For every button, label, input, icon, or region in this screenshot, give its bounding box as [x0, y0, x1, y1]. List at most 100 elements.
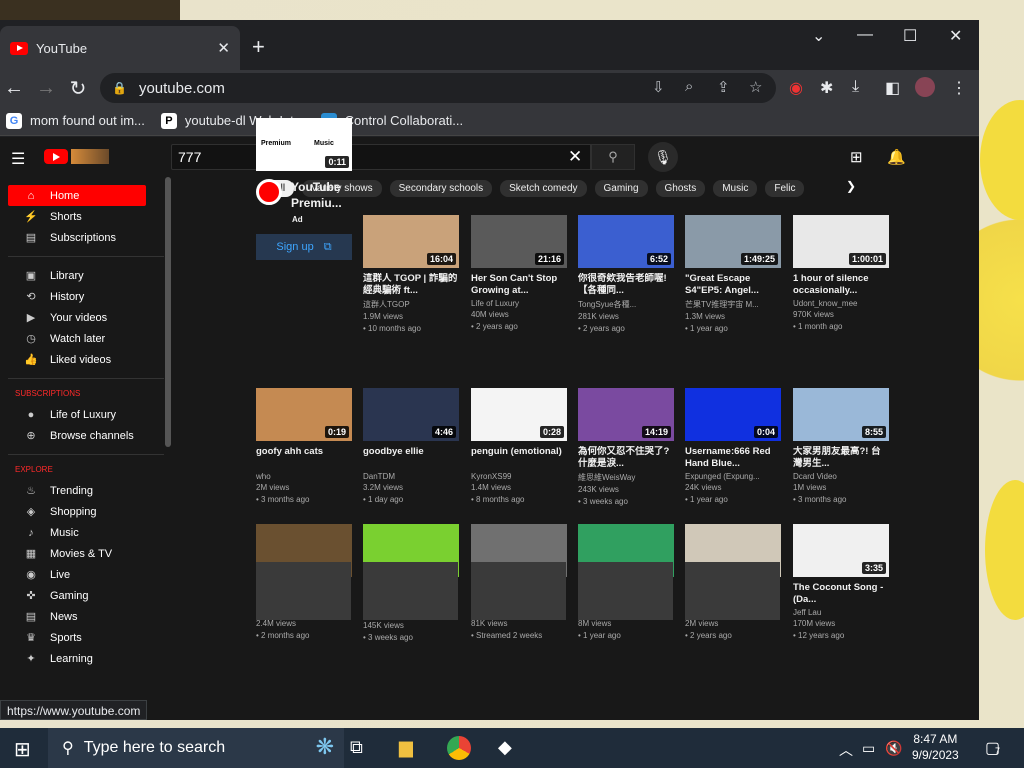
hamburger-menu-icon[interactable]: ☰: [11, 149, 25, 169]
video-thumbnail[interactable]: 1:49:25: [685, 215, 781, 268]
clear-search-icon[interactable]: ✕: [568, 147, 582, 167]
roblox-icon[interactable]: ◆: [498, 737, 512, 758]
channel-name[interactable]: 維思維WeisWay: [578, 472, 674, 483]
close-window-button[interactable]: ✕: [949, 26, 962, 46]
video-card[interactable]: 1:49:25 "Great Escape S4"EP5: Angel... 芒果T…: [685, 215, 781, 333]
close-tab-icon[interactable]: ✕: [217, 39, 230, 57]
sidebar-item-liked-videos[interactable]: 👍 Liked videos: [8, 349, 146, 370]
ad-thumbnail[interactable]: Premium Music 0:11: [256, 118, 352, 171]
video-title[interactable]: goodbye ellie: [363, 446, 459, 470]
chip-felic[interactable]: Felic: [765, 179, 805, 197]
video-title[interactable]: 大家男朋友最高?! 台灣男生...: [793, 446, 889, 470]
channel-name[interactable]: KyronXS99: [471, 472, 567, 481]
youtube-doodle-logo[interactable]: [71, 149, 109, 164]
video-title[interactable]: Username:666 Red Hand Blue...: [685, 446, 781, 470]
channel-name[interactable]: Jeff Lau: [793, 608, 889, 617]
video-thumbnail[interactable]: 1:00:01: [793, 215, 889, 268]
channel-name[interactable]: Dcard Video: [793, 472, 889, 481]
search-input[interactable]: 777: [171, 144, 591, 170]
video-title[interactable]: 1 hour of silence occasionally...: [793, 273, 889, 297]
chevron-right-icon[interactable]: ❯: [846, 179, 856, 193]
sidebar-item-watch-later[interactable]: ◷ Watch later: [8, 328, 146, 349]
video-card[interactable]: 0:19 goofy ahh cats who 2M views • 3 months …: [256, 388, 352, 504]
windows-start-icon[interactable]: ⊞: [14, 737, 31, 762]
new-tab-button[interactable]: +: [252, 34, 265, 60]
chevron-up-icon[interactable]: ︿: [839, 740, 853, 760]
sidebar-item-news[interactable]: ▤ News: [8, 606, 146, 627]
volume-muted-icon[interactable]: 🔇: [885, 740, 902, 757]
chip-ghosts[interactable]: Ghosts: [655, 179, 706, 197]
install-app-icon[interactable]: ⇩: [652, 78, 665, 96]
extension-icon[interactable]: ◉: [789, 78, 803, 98]
zoom-icon[interactable]: ⌕: [685, 78, 693, 95]
menu-dots-icon[interactable]: ⋮: [951, 78, 967, 98]
network-icon[interactable]: ▭: [862, 740, 875, 757]
video-thumbnail[interactable]: 0:19: [256, 388, 352, 441]
video-thumbnail[interactable]: 0:04: [685, 388, 781, 441]
video-title[interactable]: 你很奇欸我告老師喔!【各種同...: [578, 273, 674, 297]
video-thumbnail[interactable]: 14:19: [578, 388, 674, 441]
sidebar-item-browse-channels[interactable]: ⊕ Browse channels: [8, 425, 146, 446]
video-title[interactable]: 為何你又忍不住哭了? 什麼是淚...: [578, 446, 674, 470]
channel-name[interactable]: 這群人TGOP: [363, 299, 459, 310]
video-card[interactable]: 21:16 Her Son Can't Stop Growing at... Lif…: [471, 215, 567, 331]
sidebar-item-shopping[interactable]: ◈ Shopping: [8, 501, 146, 522]
channel-name[interactable]: Udont_know_mee: [793, 299, 889, 308]
chip-music[interactable]: Music: [713, 179, 758, 197]
video-thumbnail[interactable]: 3:35: [793, 524, 889, 577]
chip-gaming[interactable]: Gaming: [594, 179, 648, 197]
video-card[interactable]: 0:28 penguin (emotional) KyronXS99 1.4M vie…: [471, 388, 567, 504]
sidebar-item-subscriptions[interactable]: ▤ Subscriptions: [8, 227, 146, 248]
minimize-button[interactable]: —: [857, 26, 873, 44]
maximize-button[interactable]: ☐: [903, 26, 917, 46]
youtube-logo-icon[interactable]: [44, 149, 68, 164]
back-button[interactable]: ←: [0, 77, 30, 100]
side-panel-icon[interactable]: ◧: [885, 78, 900, 98]
system-clock[interactable]: 8:47 AM 9/9/2023: [912, 731, 959, 763]
chip-secondary-schools[interactable]: Secondary schools: [389, 179, 493, 197]
video-title[interactable]: 這群人 TGOP | 詐騙的經典騙術 ft...: [363, 273, 459, 297]
taskbar-search[interactable]: ⚲ Type here to search ❋: [48, 728, 344, 768]
video-card[interactable]: 14:19 為何你又忍不住哭了? 什麼是淚... 維思維WeisWay 243K vi…: [578, 388, 674, 506]
extensions-puzzle-icon[interactable]: ✱: [820, 78, 833, 98]
sidebar-scrollbar[interactable]: [165, 177, 171, 447]
sidebar-item-learning[interactable]: ✦ Learning: [8, 648, 146, 669]
channel-name[interactable]: who: [256, 472, 352, 481]
channel-name[interactable]: 芒果TV推理宇宙 M...: [685, 299, 781, 310]
video-card[interactable]: 0:04 Username:666 Red Hand Blue... Expunge…: [685, 388, 781, 504]
sidebar-item-gaming[interactable]: ✜ Gaming: [8, 585, 146, 606]
reload-button[interactable]: ↻: [62, 76, 94, 101]
sidebar-item-shorts[interactable]: ⚡ Shorts: [8, 206, 146, 227]
sidebar-item-sports[interactable]: ♛ Sports: [8, 627, 146, 648]
sidebar-item-trending[interactable]: ♨ Trending: [8, 480, 146, 501]
sidebar-item-channel[interactable]: ● Life of Luxury: [8, 404, 146, 425]
create-video-icon[interactable]: ⊞: [850, 148, 863, 166]
video-thumbnail[interactable]: 4:46: [363, 388, 459, 441]
address-bar[interactable]: 🔒 youtube.com ⇩ ⌕ ⇪ ☆: [100, 73, 776, 103]
sidebar-item-home[interactable]: ⌂ Home: [8, 185, 146, 206]
video-title[interactable]: penguin (emotional): [471, 446, 567, 470]
sign-up-button[interactable]: Sign up ⧉: [256, 234, 352, 260]
video-thumbnail[interactable]: 6:52: [578, 215, 674, 268]
file-explorer-icon[interactable]: ▆: [399, 737, 413, 758]
channel-name[interactable]: Life of Luxury: [471, 299, 567, 308]
bookmark-star-icon[interactable]: ☆: [749, 78, 762, 96]
chrome-icon[interactable]: [447, 736, 471, 760]
sidebar-item-library[interactable]: ▣ Library: [8, 265, 146, 286]
video-card[interactable]: 1:00:01 1 hour of silence occasionally...…: [793, 215, 889, 331]
forward-button[interactable]: →: [30, 77, 62, 100]
video-card[interactable]: 16:04 這群人 TGOP | 詐騙的經典騙術 ft... 這群人TGOP 1.9M…: [363, 215, 459, 333]
video-card[interactable]: 6:52 你很奇欸我告老師喔!【各種同... TongSyue各種... 281K v…: [578, 215, 674, 333]
tab-youtube[interactable]: YouTube ✕: [0, 26, 240, 70]
sidebar-item-live[interactable]: ◉ Live: [8, 564, 146, 585]
search-button[interactable]: ⚲: [591, 144, 635, 170]
video-title[interactable]: goofy ahh cats: [256, 446, 352, 470]
video-thumbnail[interactable]: 16:04: [363, 215, 459, 268]
chip-sketch-comedy[interactable]: Sketch comedy: [500, 179, 587, 197]
video-thumbnail[interactable]: 8:55: [793, 388, 889, 441]
notifications-bell-icon[interactable]: 🔔: [887, 148, 906, 166]
video-title[interactable]: "Great Escape S4"EP5: Angel...: [685, 273, 781, 297]
video-card[interactable]: 3:35 The Coconut Song - (Da... Jeff Lau 170…: [793, 524, 889, 640]
task-view-icon[interactable]: ⧉: [350, 737, 363, 758]
sidebar-item-history[interactable]: ⟲ History: [8, 286, 146, 307]
